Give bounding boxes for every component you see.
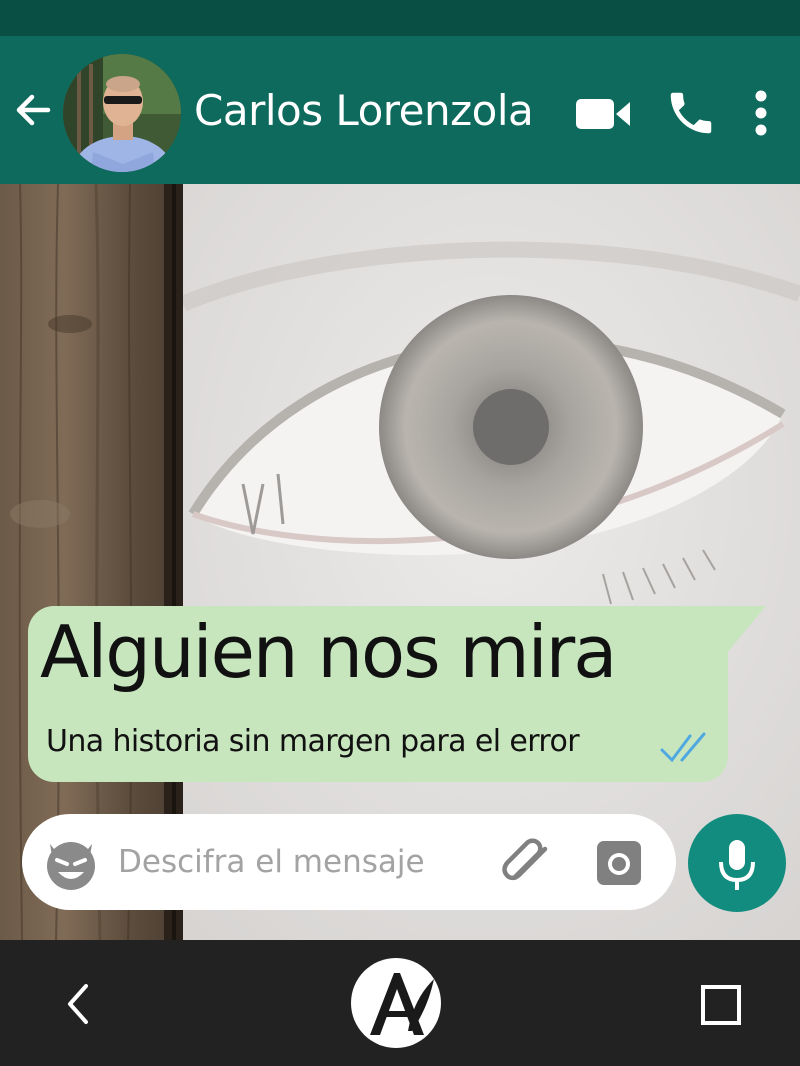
more-vert-icon[interactable] (746, 88, 776, 138)
devil-emoji-icon[interactable] (42, 834, 100, 892)
video-camera-icon[interactable] (574, 94, 632, 134)
publisher-logo[interactable] (350, 957, 442, 1049)
back-arrow-icon[interactable] (12, 88, 56, 132)
nav-back-icon[interactable] (60, 980, 96, 1028)
message-title: Alguien nos mira (40, 610, 617, 694)
mic-button[interactable] (688, 814, 786, 912)
status-bar (0, 0, 800, 36)
recents-icon[interactable] (700, 984, 742, 1026)
paperclip-icon[interactable] (502, 836, 556, 892)
message-subtitle: Una historia sin margen para el error (46, 724, 580, 759)
bubble-tail (726, 606, 766, 654)
phone-icon[interactable] (664, 86, 718, 140)
microphone-icon (719, 840, 755, 890)
message-input[interactable] (118, 840, 498, 884)
double-check-icon (660, 732, 706, 763)
contact-name[interactable]: Carlos Lorenzola (194, 86, 534, 135)
contact-avatar[interactable] (63, 54, 181, 172)
system-nav-bar (0, 940, 800, 1066)
chat-header: Carlos Lorenzola (0, 36, 800, 184)
chat-background: Alguien nos mira Una historia sin margen… (0, 184, 800, 940)
camera-icon[interactable] (595, 839, 643, 887)
